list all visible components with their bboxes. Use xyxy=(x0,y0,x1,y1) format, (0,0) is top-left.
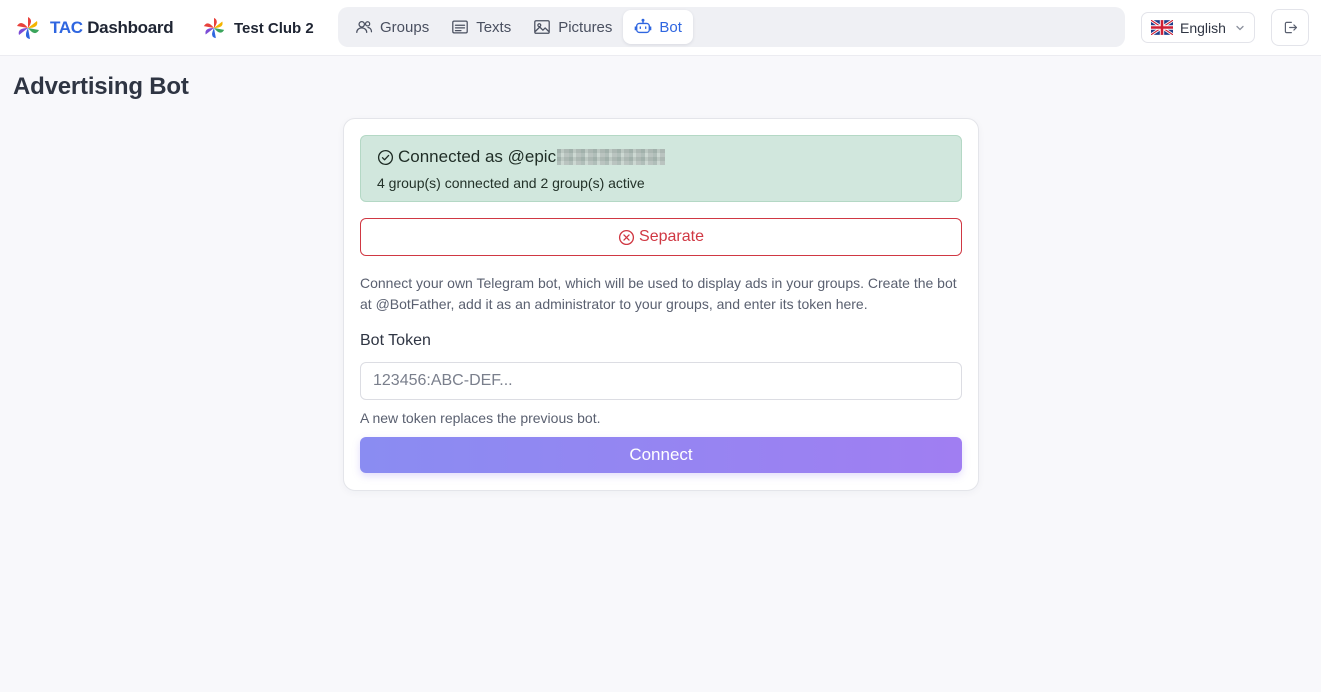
tab-texts[interactable]: Texts xyxy=(440,10,522,44)
top-bar: TAC Dashboard Test Club 2 Groups Texts P… xyxy=(0,0,1321,56)
robot-icon xyxy=(635,18,652,34)
page-title: Advertising Bot xyxy=(13,73,189,100)
bot-card: Connected as @epic 4 group(s) connected … xyxy=(343,118,979,491)
redacted-username xyxy=(557,149,666,165)
users-icon xyxy=(356,20,373,34)
separate-label: Separate xyxy=(639,228,704,245)
main-nav: Groups Texts Pictures Bot xyxy=(338,7,1125,47)
image-icon xyxy=(534,20,551,34)
bot-description: Connect your own Telegram bot, which wil… xyxy=(360,275,957,312)
tab-label: Bot xyxy=(659,18,682,36)
separate-button[interactable]: Separate xyxy=(360,218,962,256)
logout-icon xyxy=(1284,21,1297,34)
check-circle-icon xyxy=(377,149,394,165)
x-circle-icon xyxy=(618,229,635,245)
status-line: Connected as @epic xyxy=(377,147,666,167)
connect-button[interactable]: Connect xyxy=(360,437,962,473)
language-label: English xyxy=(1180,19,1226,36)
tab-pictures[interactable]: Pictures xyxy=(522,10,623,44)
token-hint: A new token replaces the previous bot. xyxy=(360,410,601,426)
tab-bot[interactable]: Bot xyxy=(623,10,693,44)
logout-button[interactable] xyxy=(1271,9,1309,46)
tab-label: Groups xyxy=(380,18,430,36)
bot-token-input[interactable] xyxy=(360,362,962,400)
club-name: Test Club 2 xyxy=(234,19,314,37)
tab-label: Texts xyxy=(476,18,512,36)
club-selector[interactable]: Test Club 2 xyxy=(202,15,314,41)
connection-status-alert: Connected as @epic 4 group(s) connected … xyxy=(360,135,962,202)
pinwheel-logo-icon xyxy=(17,17,39,39)
tab-groups[interactable]: Groups xyxy=(344,10,440,44)
groups-summary: 4 group(s) connected and 2 group(s) acti… xyxy=(377,175,645,191)
tab-label: Pictures xyxy=(558,18,613,36)
pinwheel-logo-icon xyxy=(203,17,225,39)
brand-name: TAC Dashboard xyxy=(50,18,174,37)
brand[interactable]: TAC Dashboard xyxy=(15,15,174,41)
chevron-down-icon xyxy=(1236,25,1244,30)
language-selector[interactable]: English xyxy=(1141,12,1255,43)
uk-flag-icon xyxy=(1151,20,1173,35)
text-lines-icon xyxy=(452,20,469,34)
connected-as-text: Connected as @epic xyxy=(398,147,557,166)
bot-token-label: Bot Token xyxy=(360,332,431,349)
